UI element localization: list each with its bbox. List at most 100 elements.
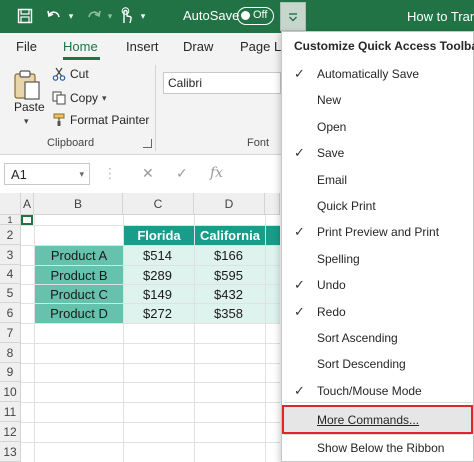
column-header-a[interactable]: A xyxy=(21,193,34,215)
font-name-input[interactable]: Calibri xyxy=(163,72,281,94)
header-cell-florida[interactable]: Florida xyxy=(124,226,194,245)
tab-insert[interactable]: Insert xyxy=(126,39,159,54)
table-cell-value[interactable]: $272 xyxy=(124,304,194,323)
row-header-6[interactable]: 6 xyxy=(0,303,21,323)
table-cell-value[interactable]: $166 xyxy=(195,246,265,265)
menu-item[interactable]: Sort Ascending xyxy=(282,325,473,351)
tab-draw[interactable]: Draw xyxy=(183,39,213,54)
row-header-5[interactable]: 5 xyxy=(0,284,21,303)
paste-button[interactable]: Paste xyxy=(14,100,45,114)
redo-icon[interactable] xyxy=(84,6,104,26)
row-header-4[interactable]: 4 xyxy=(0,265,21,284)
format-painter-button[interactable]: Format Painter xyxy=(52,113,149,127)
row-header-8[interactable]: 8 xyxy=(0,343,21,363)
worksheet-grid: A B C D 1 2 3 4 5 6 7 8 9 10 11 12 13 Fl… xyxy=(0,193,280,462)
active-tab-indicator xyxy=(63,57,100,60)
undo-dropdown-icon[interactable]: ▾ xyxy=(66,6,76,26)
menu-item[interactable]: ✓ Redo xyxy=(282,299,473,325)
table-cell-value[interactable]: $289 xyxy=(124,266,194,284)
paste-icon[interactable] xyxy=(12,69,42,101)
column-header-e[interactable] xyxy=(265,193,280,215)
group-separator xyxy=(155,65,156,151)
table-cell-value[interactable]: $595 xyxy=(195,266,265,284)
tab-home[interactable]: Home xyxy=(63,39,98,54)
menu-item-label: Save xyxy=(317,146,345,161)
touch-mode-icon[interactable] xyxy=(116,6,136,26)
copy-icon xyxy=(52,91,66,105)
column-header-b[interactable]: B xyxy=(34,193,123,215)
dialog-launcher-icon[interactable] xyxy=(143,139,152,148)
name-box-dropdown-icon[interactable]: ▾ xyxy=(79,169,84,180)
table-cell-partial[interactable] xyxy=(266,246,280,265)
menu-item[interactable]: ✓ Touch/Mouse Mode xyxy=(282,378,473,404)
menu-item-label: New xyxy=(317,93,342,108)
redo-dropdown-icon[interactable]: ▾ xyxy=(105,6,115,26)
menu-item-label: Touch/Mouse Mode xyxy=(317,383,422,398)
row-header-2[interactable]: 2 xyxy=(0,225,21,245)
checkmark-icon: ✓ xyxy=(294,303,305,319)
table-cell-value[interactable]: $358 xyxy=(195,304,265,323)
table-cell-value[interactable]: $432 xyxy=(195,285,265,303)
menu-item[interactable]: Quick Print xyxy=(282,193,473,219)
row-header-1[interactable]: 1 xyxy=(0,215,21,225)
table-cell-partial[interactable] xyxy=(266,266,280,284)
row-header-12[interactable]: 12 xyxy=(0,422,21,442)
row-header-9[interactable]: 9 xyxy=(0,363,21,382)
menu-item[interactable]: ✓ Print Preview and Print xyxy=(282,219,473,245)
menu-item[interactable]: Open xyxy=(282,114,473,140)
paste-dropdown-icon[interactable]: ▾ xyxy=(24,116,29,127)
header-cell-partial[interactable] xyxy=(266,226,280,245)
gridline xyxy=(21,343,280,344)
name-box[interactable]: A1 ▾ xyxy=(4,163,90,185)
format-painter-icon xyxy=(52,113,66,127)
header-cell-california[interactable]: California xyxy=(195,226,265,245)
table-cell-product[interactable]: Product A xyxy=(35,246,123,265)
cut-button[interactable]: Cut xyxy=(52,67,89,81)
menu-item-more-commands[interactable]: More Commands... xyxy=(282,405,473,434)
copy-dropdown-icon[interactable]: ▾ xyxy=(102,93,107,104)
row-header-10[interactable]: 10 xyxy=(0,382,21,402)
table-cell-product[interactable]: Product B xyxy=(35,266,123,284)
row-header-11[interactable]: 11 xyxy=(0,402,21,422)
insert-function-icon[interactable]: fx xyxy=(210,165,223,181)
menu-item[interactable]: Email xyxy=(282,167,473,193)
table-cell-partial[interactable] xyxy=(266,304,280,323)
menu-item[interactable]: ✓ Save xyxy=(282,140,473,166)
column-header-c[interactable]: C xyxy=(123,193,194,215)
customize-qat-button[interactable] xyxy=(280,2,306,31)
active-cell-a1[interactable] xyxy=(21,215,33,225)
table-cell-value[interactable]: $514 xyxy=(124,246,194,265)
cut-icon xyxy=(52,67,66,81)
gridline xyxy=(21,382,280,383)
table-cell-value[interactable]: $149 xyxy=(124,285,194,303)
row-header-7[interactable]: 7 xyxy=(0,323,21,343)
select-all-corner[interactable] xyxy=(0,193,21,215)
table-cell-product[interactable]: Product D xyxy=(35,304,123,323)
menu-item[interactable]: Sort Descending xyxy=(282,351,473,377)
menu-item-label: Print Preview and Print xyxy=(317,225,440,240)
menu-item[interactable]: Spelling xyxy=(282,246,473,272)
name-box-value: A1 xyxy=(11,167,27,182)
touch-dropdown-icon[interactable]: ▾ xyxy=(138,6,148,26)
column-header-d[interactable]: D xyxy=(194,193,265,215)
table-cell-partial[interactable] xyxy=(266,285,280,303)
gridline xyxy=(21,422,280,423)
row-header-13[interactable]: 13 xyxy=(0,442,21,462)
menu-item-label: Automatically Save xyxy=(317,67,420,81)
autosave-label: AutoSave xyxy=(183,8,240,23)
copy-button[interactable]: Copy ▾ xyxy=(52,91,107,105)
menu-item-show-below-ribbon[interactable]: Show Below the Ribbon xyxy=(282,435,473,461)
tab-file[interactable]: File xyxy=(16,39,37,54)
save-icon[interactable] xyxy=(14,6,36,26)
menu-separator xyxy=(284,402,471,403)
enter-icon[interactable]: ✓ xyxy=(176,165,188,182)
undo-icon[interactable] xyxy=(44,6,64,26)
checkmark-icon: ✓ xyxy=(294,145,305,161)
row-header-3[interactable]: 3 xyxy=(0,245,21,265)
menu-item[interactable]: New xyxy=(282,87,473,113)
menu-item[interactable]: ✓ Undo xyxy=(282,272,473,298)
menu-item[interactable]: ✓ Automatically Save xyxy=(282,61,473,87)
cancel-icon[interactable]: ✕ xyxy=(142,165,154,182)
table-cell-product[interactable]: Product C xyxy=(35,285,123,303)
autosave-toggle[interactable]: Off xyxy=(237,7,274,25)
